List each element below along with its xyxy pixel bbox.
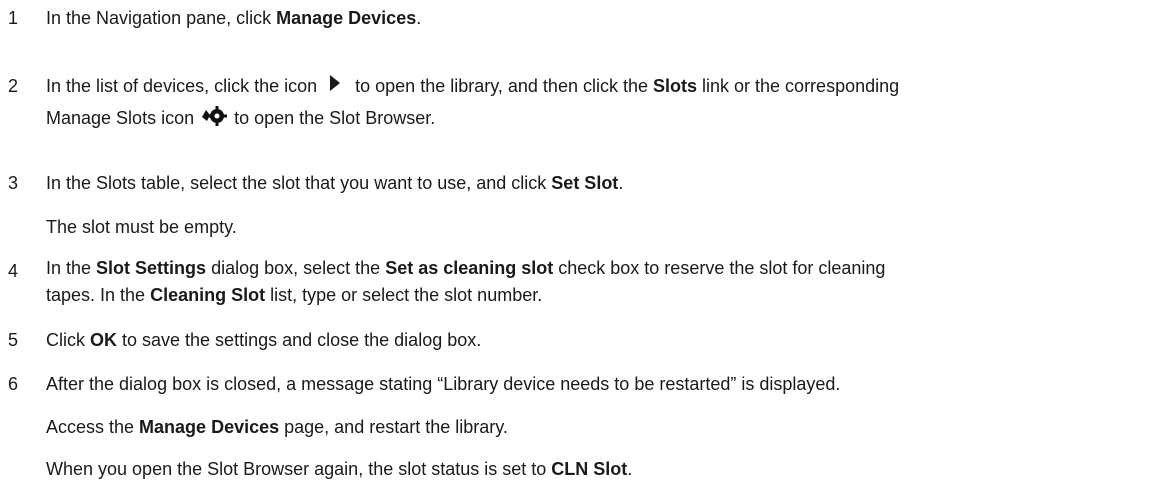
ui-term: Slot Settings [96, 258, 207, 278]
text-run: tapes. In the [46, 285, 151, 305]
text-run: to save the settings and close the dialo… [117, 330, 482, 350]
step-6-note-2: When you open the Slot Browser again, th… [46, 453, 632, 485]
text-run: page, and restart the library. [279, 417, 508, 437]
step-text: Click OK to save the settings and close … [46, 324, 1171, 356]
step-number: 2 [8, 76, 19, 96]
step-text: In the Slots table, select the slot that… [46, 167, 1171, 199]
step-number: 6 [8, 374, 19, 394]
ui-term: CLN Slot [551, 459, 628, 479]
text-run: In the Slots table, select the slot that… [46, 173, 552, 193]
text-run: In the list of devices, click the icon [46, 76, 323, 96]
manage-slots-gear-icon [201, 105, 228, 127]
step-text: In the list of devices, click the icon t… [46, 70, 1171, 134]
text-run: list, type or select the slot number. [265, 285, 543, 305]
step-text: In the Slot Settings dialog box, select … [46, 255, 1171, 309]
step-number: 5 [8, 330, 19, 350]
text-run: to open the library, and then click the [350, 76, 653, 96]
ui-term: Set Slot [551, 173, 619, 193]
text-run: In the Navigation pane, click [46, 8, 277, 28]
ui-term: OK [90, 330, 117, 350]
step-text: In the Navigation pane, click Manage Dev… [46, 2, 1171, 34]
step-text: After the dialog box is closed, a messag… [46, 368, 1171, 400]
play-arrow-icon [324, 72, 346, 94]
text-run: After the dialog box is closed, a messag… [46, 374, 841, 394]
text-run: In the [46, 258, 97, 278]
text-run: dialog box, select the [206, 258, 386, 278]
ui-term: Cleaning Slot [150, 285, 266, 305]
text-run: Click [46, 330, 90, 350]
step-number: 1 [8, 8, 19, 28]
text-run: to open the Slot Browser. [229, 108, 436, 128]
step-6-note-1: Access the Manage Devices page, and rest… [46, 411, 508, 443]
step-number: 3 [8, 173, 19, 193]
text-run: When you open the Slot Browser again, th… [46, 459, 552, 479]
text-run: . [627, 459, 633, 479]
ui-term: Manage Devices [139, 417, 280, 437]
ui-term: Manage Devices [276, 8, 417, 28]
ui-term: Slots [653, 76, 698, 96]
text-run: check box to reserve the slot for cleani… [553, 258, 886, 278]
step-3-note: The slot must be empty. [46, 217, 237, 237]
text-run: Manage Slots icon [46, 108, 200, 128]
text-run: link or the corresponding [697, 76, 900, 96]
step-number: 4 [8, 261, 19, 281]
text-run: . [416, 8, 422, 28]
text-run: Access the [46, 417, 140, 437]
text-run: . [618, 173, 624, 193]
ui-term: Set as cleaning slot [385, 258, 554, 278]
